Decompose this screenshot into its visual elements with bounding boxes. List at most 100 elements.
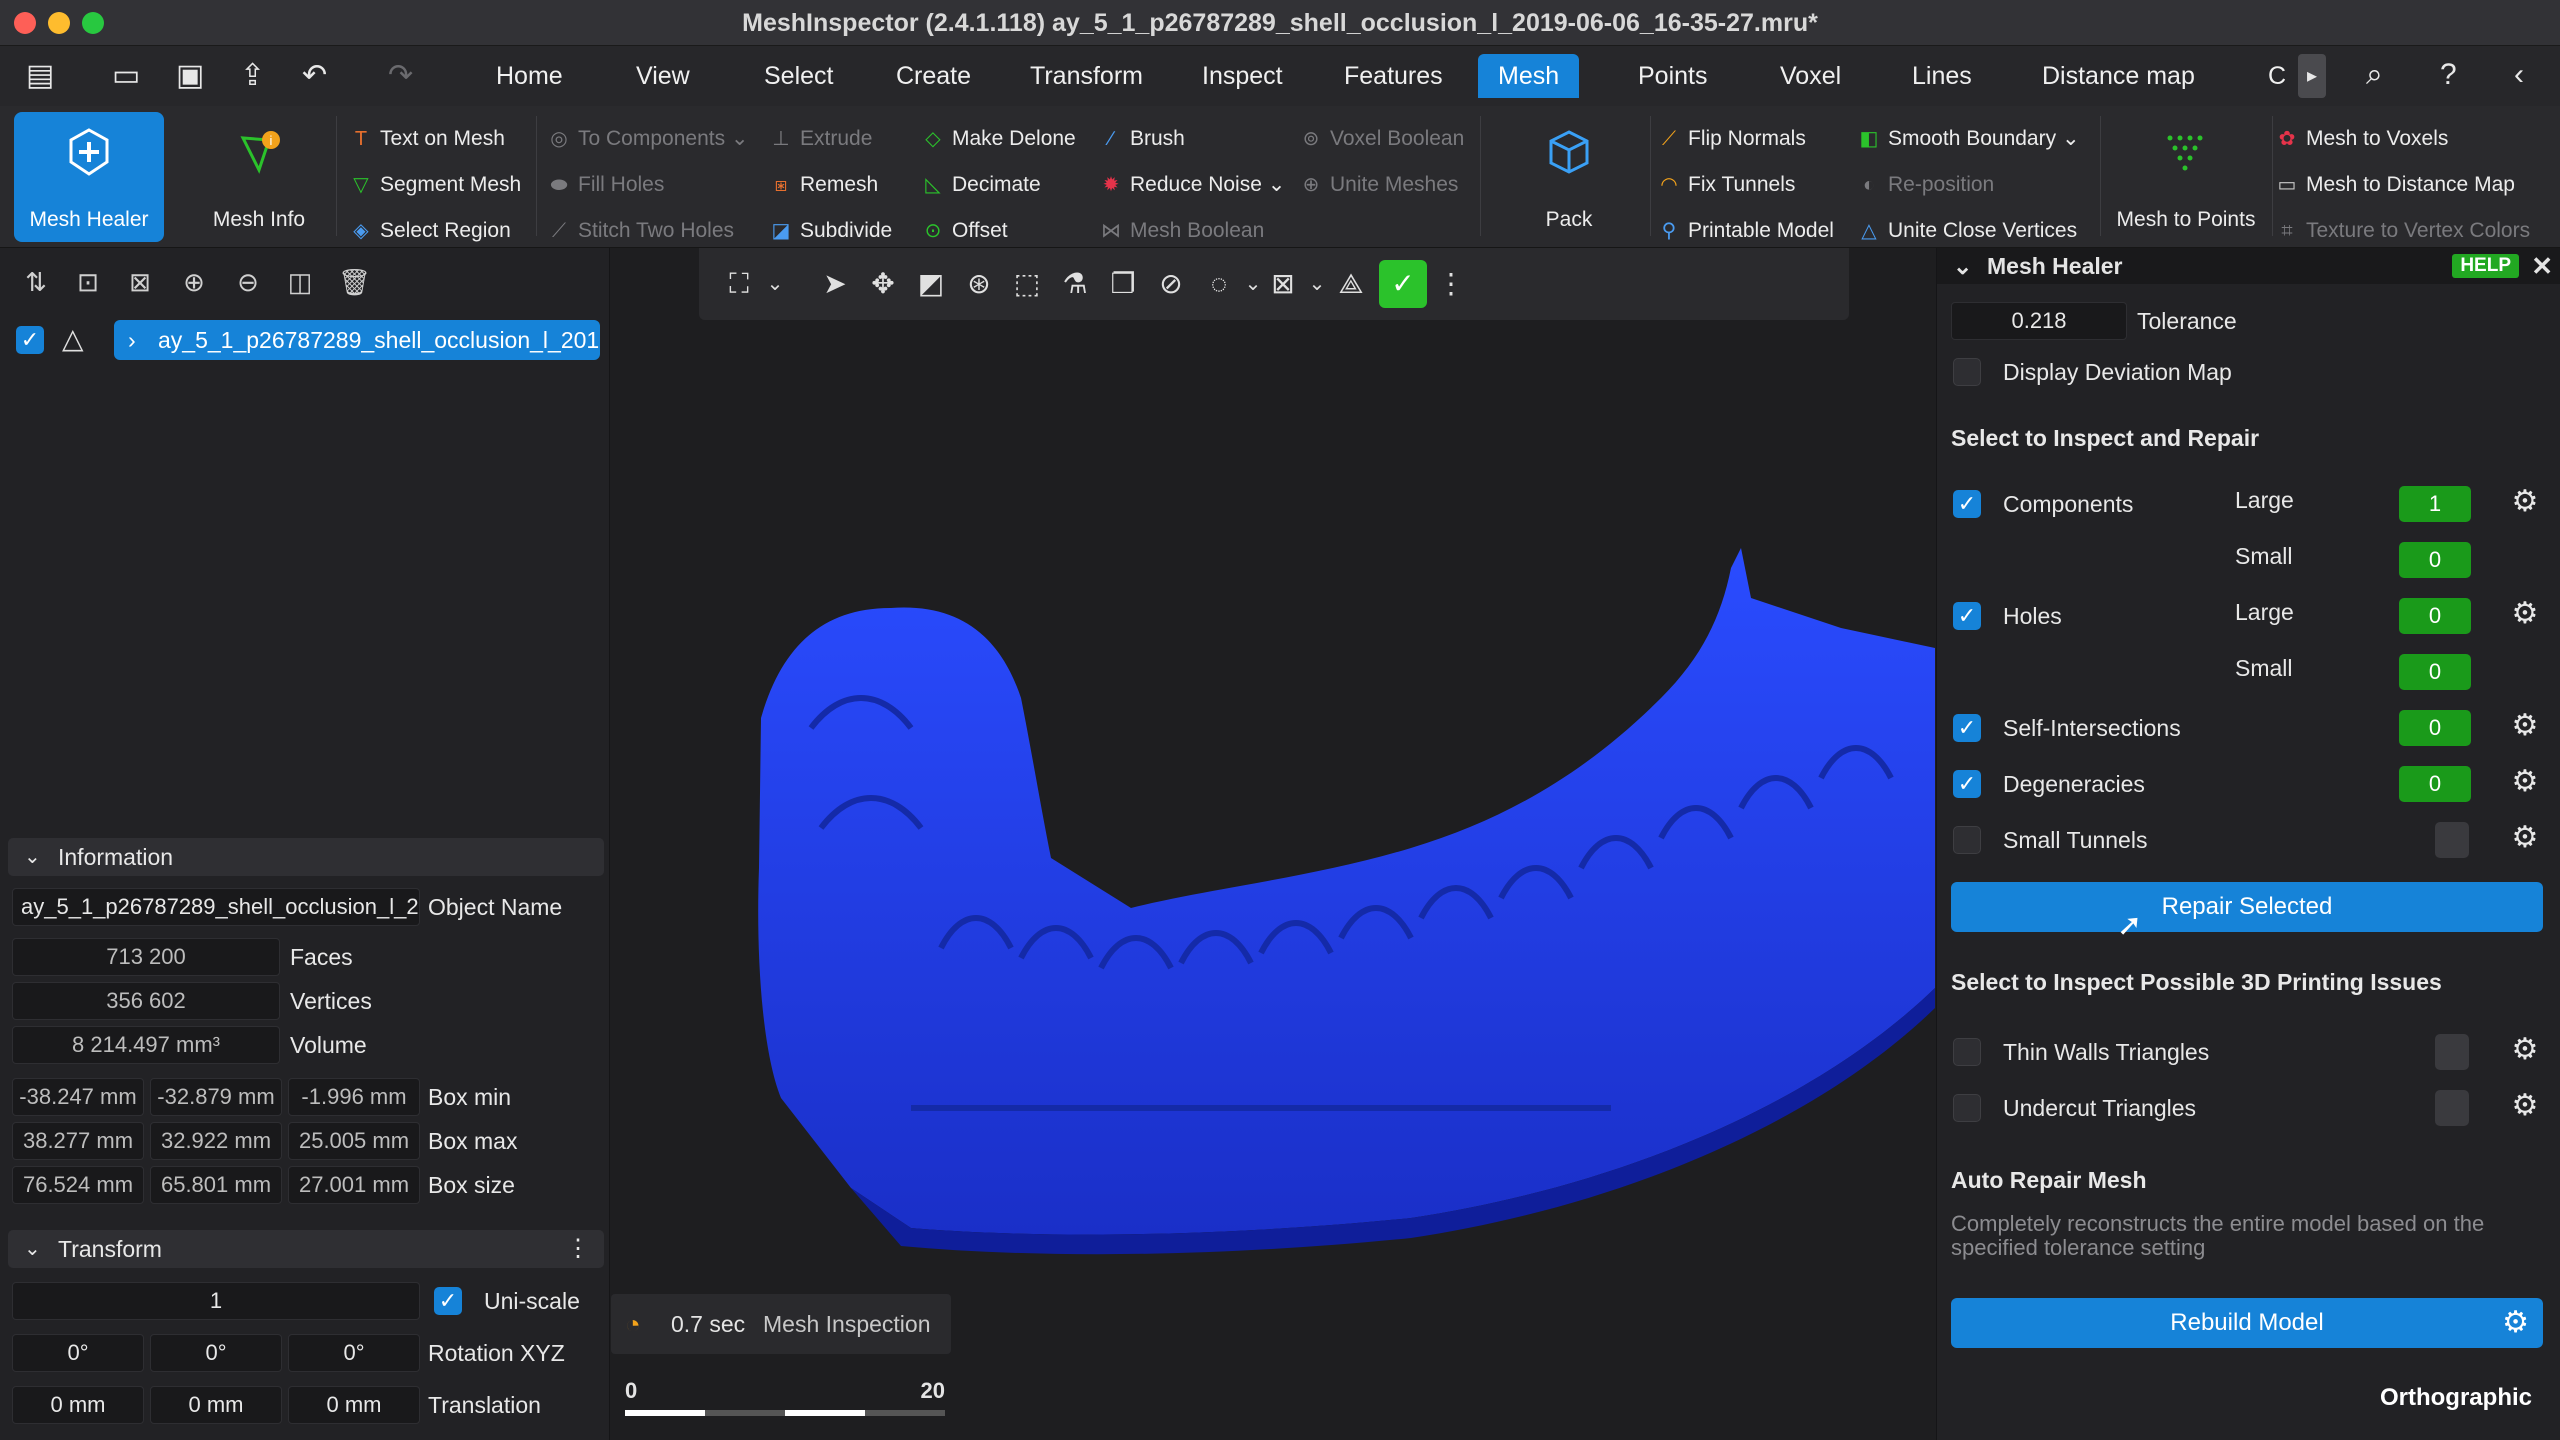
self-intersections-gear-icon[interactable]: ⚙ [2509,710,2541,742]
tolerance-input[interactable]: 0.218 [1951,302,2127,340]
voxel-boolean-button[interactable]: ⊚ Voxel Boolean [1300,124,1465,154]
hide-icon[interactable]: ⊘ [1153,266,1189,302]
make-delone-button[interactable]: ◇ Make Delone [922,124,1075,154]
transform-section-header[interactable]: ⌄ Transform ⋮ [8,1230,604,1268]
deselect-all-icon[interactable]: ⊠ [124,266,156,298]
rotation-z-input[interactable]: 0° [288,1334,420,1372]
undo-icon[interactable]: ↶ [302,58,327,93]
mesh-healer-button[interactable]: Mesh Healer [14,112,164,242]
rebuild-gear-icon[interactable]: ⚙ [2502,1298,2529,1348]
scene-object-item[interactable]: › ay_5_1_p26787289_shell_occlusion_l_201… [114,320,600,360]
holes-checkbox[interactable]: ✓ [1953,602,1981,630]
rebuild-model-button[interactable]: Rebuild Model ⚙ [1951,1298,2543,1348]
tab-create[interactable]: Create [876,54,991,98]
projection-mode-label[interactable]: Orthographic [2380,1384,2532,1412]
tab-inspect[interactable]: Inspect [1182,54,1303,98]
scene-tree-row[interactable]: ✓ △ › ay_5_1_p26787289_shell_occlusion_l… [0,320,610,364]
brush-button[interactable]: ∕ Brush [1100,124,1185,154]
help-icon[interactable]: ? [2440,58,2457,92]
stitch-two-holes-button[interactable]: ⟋ Stitch Two Holes [548,216,734,246]
measure-icon[interactable]: ⚗ [1057,266,1093,302]
extrude-button[interactable]: ⊥ Extrude [770,124,872,154]
remesh-button[interactable]: ⧆ Remesh [770,170,879,200]
smooth-boundary-button[interactable]: ◧ Smooth Boundary ⌄ [1858,124,2080,154]
translation-y-input[interactable]: 0 mm [150,1386,282,1424]
uniscale-checkbox[interactable]: ✓ [434,1287,462,1315]
holes-small-count[interactable]: 0 [2399,654,2471,690]
translation-x-input[interactable]: 0 mm [12,1386,144,1424]
small-tunnels-gear-icon[interactable]: ⚙ [2509,822,2541,854]
self-intersections-count[interactable]: 0 [2399,710,2471,746]
select-pointer-icon[interactable]: ➤ [817,266,853,302]
move-down-icon[interactable]: ⊖ [232,266,264,298]
tab-view[interactable]: View [616,54,710,98]
help-button[interactable]: HELP [2452,254,2519,278]
move-up-icon[interactable]: ⊕ [178,266,210,298]
repair-selected-button[interactable]: Repair Selected [1951,882,2543,932]
collapse-icon[interactable]: ‹ [2514,58,2524,92]
mesh-to-points-button[interactable]: Mesh to Points [2108,112,2264,242]
rotate-view-icon[interactable]: ⊛ [961,266,997,302]
information-section-header[interactable]: ⌄ Information [8,838,604,876]
select-region-button[interactable]: ◈ Select Region [350,216,510,246]
degeneracies-count[interactable]: 0 [2399,766,2471,802]
degeneracies-gear-icon[interactable]: ⚙ [2509,766,2541,798]
fill-holes-button[interactable]: ⬬ Fill Holes [548,170,664,200]
select-all-icon[interactable]: ⊡ [72,266,104,298]
translation-z-input[interactable]: 0 mm [288,1386,420,1424]
rotation-y-input[interactable]: 0° [150,1334,282,1372]
confirm-icon[interactable]: ✓ [1379,260,1427,308]
unite-meshes-button[interactable]: ⊕ Unite Meshes [1300,170,1459,200]
lasso-icon[interactable]: ◌ [1201,266,1237,302]
display-deviation-map-checkbox[interactable] [1953,358,1981,386]
close-icon[interactable]: ✕ [2531,248,2553,284]
flip-normals-button[interactable]: ⟋ Flip Normals [1658,124,1806,154]
segment-mesh-button[interactable]: ▽ Segment Mesh [350,170,521,200]
paint-select-icon[interactable]: ◩ [913,266,949,302]
clip-icon[interactable]: ⊠ [1265,266,1301,302]
3d-viewport[interactable]: ⛶ ⌄ ➤ ✥ ◩ ⊛ ⬚ ⚗ ❐ ⊘ ◌ ⌄ ⊠ ⌄ ⟁ ✓ ⋮ ◔ 0.7 … [611,248,1935,1440]
reduce-noise-button[interactable]: ✹ Reduce Noise ⌄ [1100,170,1286,200]
texture-to-vertex-colors-button[interactable]: ⌗ Texture to Vertex Colors [2276,216,2530,246]
more-options-icon[interactable]: ⋮ [566,1230,590,1268]
unite-close-vertices-button[interactable]: △ Unite Close Vertices [1858,216,2077,246]
mesh-to-voxels-button[interactable]: ✿ Mesh to Voxels [2276,124,2449,154]
pack-button[interactable]: Pack [1494,112,1644,242]
object-visibility-checkbox[interactable]: ✓ [16,326,44,354]
holes-gear-icon[interactable]: ⚙ [2509,598,2541,630]
self-intersections-checkbox[interactable]: ✓ [1953,714,1981,742]
decimate-button[interactable]: ◺ Decimate [922,170,1040,200]
move-icon[interactable]: ✥ [865,266,901,302]
text-on-mesh-button[interactable]: T Text on Mesh [350,124,505,154]
tab-features[interactable]: Features [1324,54,1463,98]
tab-scroll-icon[interactable]: ▸ [2298,54,2326,98]
clone-icon[interactable]: ❐ [1105,266,1141,302]
printable-model-button[interactable]: ⚲ Printable Model [1658,216,1834,246]
export-icon[interactable]: ⇪ [240,58,265,93]
mesh-info-button[interactable]: i Mesh Info [184,112,334,242]
components-large-count[interactable]: 1 [2399,486,2471,522]
thin-walls-checkbox[interactable] [1953,1038,1981,1066]
more-options-icon[interactable]: ⋮ [1433,266,1469,302]
tab-home[interactable]: Home [476,54,583,98]
fit-dropdown-icon[interactable]: ⌄ [757,266,793,302]
object-name-field[interactable]: ay_5_1_p26787289_shell_occlusion_l_2019 [12,888,420,926]
re-position-button[interactable]: ◐ Re-position [1858,170,1994,200]
ruler-icon[interactable]: ⟁ [1333,266,1369,302]
tab-transform[interactable]: Transform [1010,54,1163,98]
duplicate-icon[interactable]: ◫ [284,266,316,298]
offset-button[interactable]: ⊙ Offset [922,216,1008,246]
tab-distance-map[interactable]: Distance map [2022,54,2215,98]
thin-walls-gear-icon[interactable]: ⚙ [2509,1034,2541,1066]
holes-large-count[interactable]: 0 [2399,598,2471,634]
subdivide-button[interactable]: ◪ Subdivide [770,216,893,246]
components-gear-icon[interactable]: ⚙ [2509,486,2541,518]
undercut-gear-icon[interactable]: ⚙ [2509,1090,2541,1122]
fix-tunnels-button[interactable]: ◠ Fix Tunnels [1658,170,1795,200]
box-select-icon[interactable]: ⬚ [1009,266,1045,302]
tab-points[interactable]: Points [1618,54,1727,98]
expand-chevron-icon[interactable]: › [128,320,136,360]
redo-icon[interactable]: ↷ [388,58,413,93]
rotation-x-input[interactable]: 0° [12,1334,144,1372]
tab-select[interactable]: Select [744,54,853,98]
